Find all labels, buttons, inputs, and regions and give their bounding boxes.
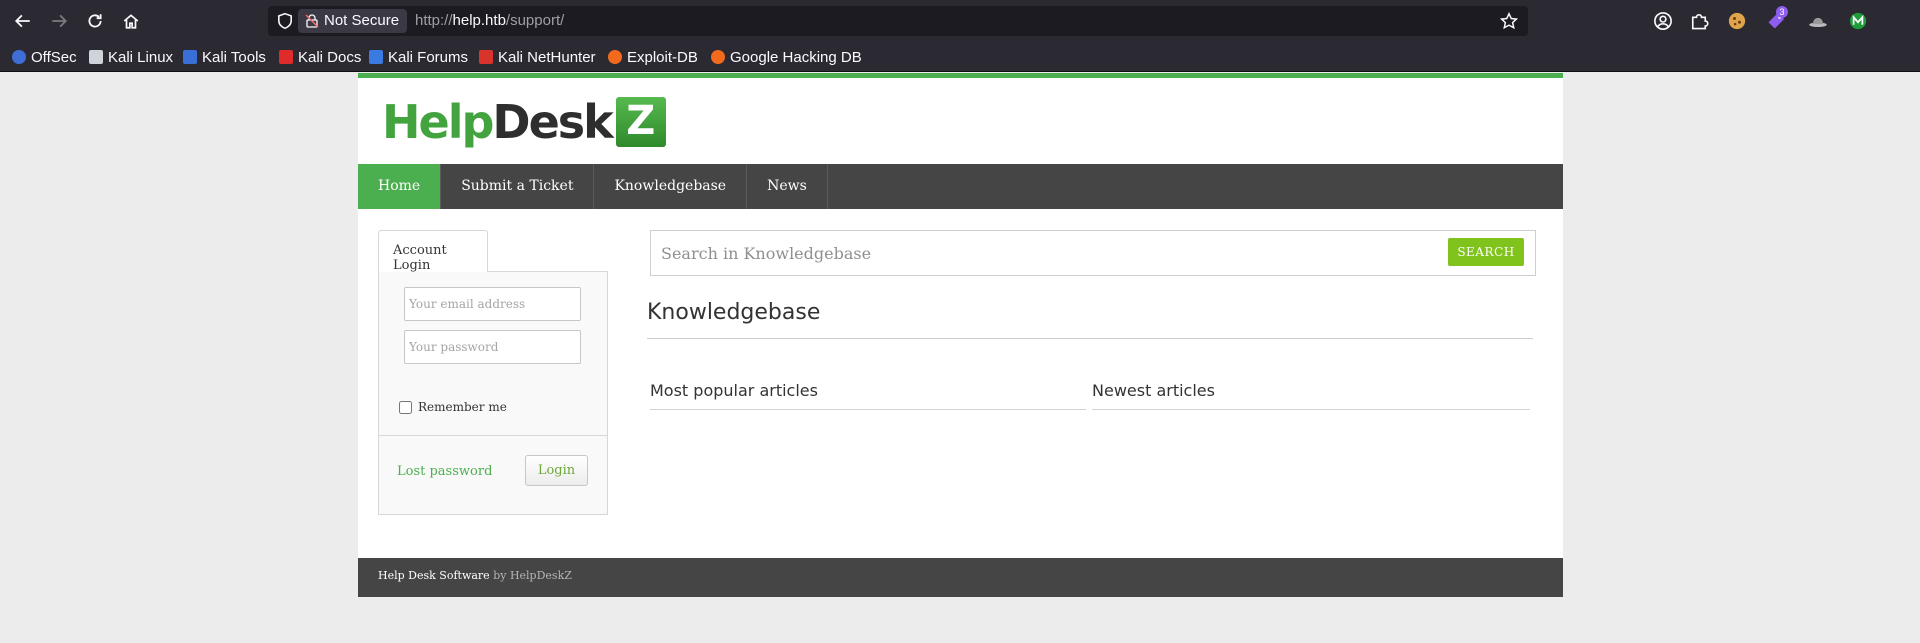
logo-desk-text: Desk: [492, 95, 613, 149]
account-login-tab[interactable]: Account Login: [378, 230, 488, 273]
bookmarks-bar: OffSec Kali Linux Kali Tools Kali Docs K…: [0, 42, 1920, 72]
remember-me-label: Remember me: [418, 400, 507, 414]
kali-forums-icon: [369, 50, 383, 64]
most-popular-divider: [650, 409, 1086, 410]
bookmark-label: Kali NetHunter: [498, 48, 596, 66]
logo-help-text: Help: [382, 95, 494, 149]
bookmark-label: Kali Linux: [108, 48, 174, 66]
bookmark-kali-nethunter[interactable]: Kali NetHunter: [479, 47, 596, 67]
not-secure-badge[interactable]: Not Secure: [298, 9, 408, 33]
kb-search-input[interactable]: [652, 232, 1412, 274]
arrow-right-icon: [52, 14, 68, 28]
url-bar[interactable]: Not Secure http://help.htb/support/: [268, 6, 1528, 36]
footer-by: by HelpDeskZ: [493, 569, 572, 582]
bookmark-offsec[interactable]: OffSec: [12, 47, 77, 67]
url-text[interactable]: http://help.htb/support/: [415, 6, 564, 36]
nav-knowledgebase[interactable]: Knowledgebase: [594, 164, 748, 209]
password-input[interactable]: [404, 330, 581, 364]
kali-docs-icon: [279, 50, 293, 64]
url-path: /support/: [505, 12, 565, 29]
remember-me[interactable]: Remember me: [399, 400, 507, 414]
bookmark-kali-forums[interactable]: Kali Forums: [369, 47, 468, 67]
home-button[interactable]: [119, 9, 143, 33]
page-footer: Help Desk Software by HelpDeskZ: [358, 558, 1563, 597]
bookmark-label: Exploit-DB: [627, 48, 698, 66]
bookmark-kali-tools[interactable]: Kali Tools: [183, 47, 266, 67]
kali-tools-icon: [183, 50, 197, 64]
spy-hat-icon[interactable]: [1808, 11, 1828, 31]
nav-home[interactable]: Home: [358, 164, 442, 209]
lost-password-link[interactable]: Lost password: [397, 464, 492, 479]
exploit-db-icon: [608, 50, 622, 64]
main-nav: Home Submit a Ticket Knowledgebase News: [358, 164, 1563, 209]
bookmark-label: OffSec: [31, 48, 77, 66]
bookmark-label: Kali Tools: [202, 48, 266, 66]
not-secure-label: Not Secure: [324, 12, 400, 29]
email-input[interactable]: [404, 287, 581, 321]
newest-heading: Newest articles: [1092, 381, 1215, 400]
logo-z-badge: Z: [615, 97, 666, 147]
knowledgebase-heading: Knowledgebase: [647, 300, 821, 325]
bookmark-star-icon[interactable]: [1500, 12, 1518, 30]
footer-software-link[interactable]: Help Desk Software: [378, 569, 490, 582]
bookmark-label: Kali Docs: [298, 48, 362, 66]
remember-me-checkbox[interactable]: [399, 400, 412, 414]
reload-icon: [88, 14, 102, 28]
forward-button[interactable]: [47, 9, 71, 33]
bookmark-label: Kali Forums: [388, 48, 469, 66]
login-button[interactable]: Login: [525, 455, 588, 486]
bookmark-exploit-db[interactable]: Exploit-DB: [608, 47, 698, 67]
google-hacking-db-icon: [711, 50, 725, 64]
helpdesk-page: Help Desk Z Home Submit a Ticket Knowled…: [358, 73, 1563, 597]
kali-nethunter-icon: [479, 50, 493, 64]
tag-extension-button[interactable]: 3: [1766, 6, 1788, 31]
login-panel: Remember me Lost password Login: [378, 271, 608, 515]
back-button[interactable]: [11, 9, 35, 33]
cookie-extension-icon[interactable]: [1727, 11, 1747, 31]
bookmark-kali-linux[interactable]: Kali Linux: [89, 47, 173, 67]
kb-search: SEARCH: [650, 230, 1536, 276]
account-icon[interactable]: [1653, 11, 1673, 31]
helpdeskz-logo[interactable]: Help Desk Z: [382, 95, 666, 149]
url-host: help.htb: [452, 12, 506, 29]
home-icon: [123, 14, 139, 29]
kali-dragon-icon: [89, 50, 103, 64]
insecure-lock-icon: [305, 14, 319, 28]
reload-button[interactable]: [83, 9, 107, 33]
shield-icon[interactable]: [276, 12, 294, 30]
browser-toolbar: Not Secure http://help.htb/support/ 3: [0, 0, 1920, 42]
green-m-extension-icon[interactable]: [1848, 11, 1868, 31]
bookmark-kali-docs[interactable]: Kali Docs: [279, 47, 361, 67]
newest-divider: [1092, 409, 1530, 410]
login-divider: [379, 435, 607, 436]
arrow-left-icon: [14, 14, 30, 28]
nav-news[interactable]: News: [747, 164, 828, 209]
offsec-icon: [12, 50, 26, 64]
knowledgebase-divider: [647, 338, 1533, 339]
bookmark-google-hacking-db[interactable]: Google Hacking DB: [711, 47, 862, 67]
bookmark-label: Google Hacking DB: [730, 48, 862, 66]
extensions-puzzle-icon[interactable]: [1689, 11, 1709, 31]
most-popular-heading: Most popular articles: [650, 381, 818, 400]
nav-submit-ticket[interactable]: Submit a Ticket: [441, 164, 595, 209]
search-button[interactable]: SEARCH: [1448, 238, 1524, 266]
extension-badge: 3: [1776, 6, 1788, 18]
url-scheme: http://: [415, 12, 453, 29]
